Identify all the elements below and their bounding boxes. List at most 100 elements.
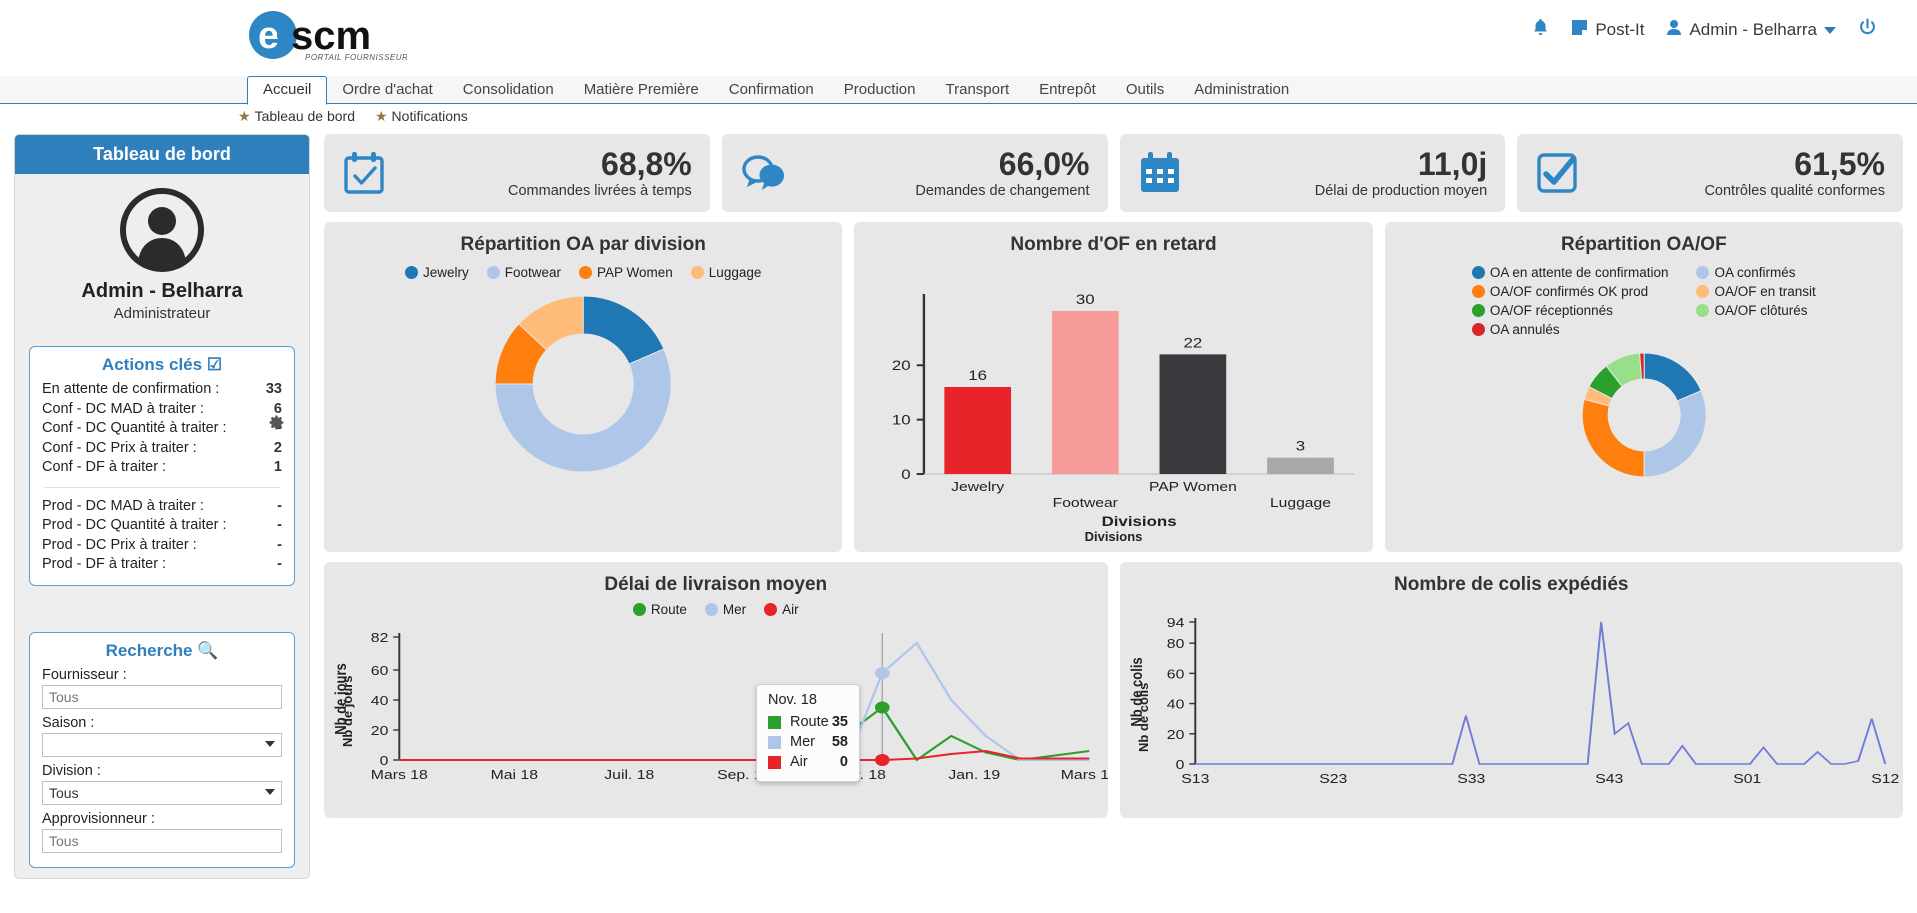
postit-button[interactable]: Post-It bbox=[1571, 19, 1644, 41]
tab-production[interactable]: Production bbox=[829, 77, 931, 104]
action-label: Prod - DC Prix à traiter : bbox=[42, 536, 197, 553]
tab-transport[interactable]: Transport bbox=[931, 77, 1025, 104]
svg-text:3: 3 bbox=[1296, 439, 1305, 454]
svg-text:40: 40 bbox=[1166, 698, 1184, 712]
legend-swatch bbox=[1471, 304, 1485, 317]
approvisionneur-input[interactable] bbox=[42, 828, 282, 853]
tab-consolidation[interactable]: Consolidation bbox=[448, 77, 569, 104]
legend-item[interactable]: OA/OF réceptionnés bbox=[1471, 303, 1669, 318]
chart-row-top: Répartition OA par division Jewelry Foot… bbox=[324, 222, 1903, 552]
tab-entrepot[interactable]: Entrepôt bbox=[1024, 77, 1111, 104]
gear-icon[interactable] bbox=[268, 414, 285, 436]
legend-item[interactable]: OA/OF confirmés OK prod bbox=[1471, 284, 1669, 299]
svg-text:S13: S13 bbox=[1181, 772, 1209, 786]
division-select-value[interactable] bbox=[42, 780, 282, 805]
tab-outils[interactable]: Outils bbox=[1111, 77, 1179, 104]
sidebar-title: Tableau de bord bbox=[15, 135, 309, 174]
action-row[interactable]: Conf - DC Prix à traiter : 2 bbox=[42, 439, 282, 459]
tab-administration[interactable]: Administration bbox=[1179, 77, 1304, 104]
action-row[interactable]: Conf - DC MAD à traiter : 6 bbox=[42, 400, 282, 420]
division-select[interactable] bbox=[42, 780, 282, 805]
svg-text:Juil. 18: Juil. 18 bbox=[604, 768, 654, 782]
svg-text:20: 20 bbox=[1166, 728, 1184, 742]
calendar-check-icon bbox=[340, 149, 388, 197]
user-menu[interactable]: Admin - Belharra bbox=[1666, 19, 1836, 41]
divider bbox=[44, 486, 280, 488]
legend-item[interactable]: OA confirmés bbox=[1696, 265, 1815, 280]
svg-text:S12: S12 bbox=[1871, 772, 1899, 786]
legend-label: Footwear bbox=[504, 265, 561, 280]
svg-text:Divisions: Divisions bbox=[1102, 514, 1177, 529]
donut-chart-2 bbox=[1581, 352, 1707, 478]
action-row[interactable]: Conf - DF à traiter : 1 bbox=[42, 458, 282, 478]
tab-accueil[interactable]: Accueil bbox=[247, 76, 328, 105]
sublink-label: Notifications bbox=[391, 108, 468, 124]
kpi-value: 68,8% bbox=[601, 146, 692, 182]
page-body: Tableau de bord Admin - Belharra Adminis… bbox=[0, 128, 1917, 879]
kpi-card-commandes-livrees[interactable]: 68,8% Commandes livrées à temps bbox=[324, 134, 710, 212]
kpi-card-demandes-changement[interactable]: 66,0% Demandes de changement bbox=[721, 134, 1108, 212]
svg-text:PAP Women: PAP Women bbox=[1149, 480, 1237, 494]
action-row[interactable]: Prod - DC MAD à traiter : - bbox=[42, 497, 282, 517]
legend-label: OA confirmés bbox=[1714, 265, 1796, 280]
legend-swatch bbox=[404, 266, 418, 279]
sublink-tableau-de-bord[interactable]: ★ Tableau de bord bbox=[238, 108, 355, 125]
saison-select-value[interactable] bbox=[42, 732, 282, 757]
fournisseur-label: Fournisseur : bbox=[42, 666, 127, 683]
legend-swatch bbox=[1471, 323, 1485, 336]
action-row[interactable]: Conf - DC Quantité à traiter : - bbox=[42, 419, 282, 439]
action-row[interactable]: Prod - DC Prix à traiter : - bbox=[42, 536, 282, 556]
legend-item[interactable]: Footwear bbox=[486, 265, 561, 280]
calendar-icon bbox=[1136, 149, 1184, 197]
action-row[interactable]: En attente de confirmation : 33 bbox=[42, 380, 282, 400]
chevron-down-icon bbox=[265, 740, 275, 747]
sidebar-user-name: Admin - Belharra bbox=[81, 280, 243, 302]
svg-text:60: 60 bbox=[371, 664, 389, 678]
tooltip-row: Mer 58 bbox=[768, 732, 848, 752]
chart-repartition-oa-of: Répartition OA/OF OA en attente de confi… bbox=[1384, 222, 1903, 552]
postit-label: Post-It bbox=[1595, 20, 1645, 39]
chevron-down-icon bbox=[265, 788, 275, 795]
app-logo[interactable]: e scm PORTAIL FOURNISSEURS bbox=[247, 8, 407, 68]
legend-item[interactable]: OA/OF en transit bbox=[1696, 284, 1816, 299]
chart-delai-livraison-moyen: Délai de livraison moyen Route Mer Air 0… bbox=[324, 562, 1118, 818]
kpi-caption: Demandes de changement bbox=[915, 183, 1090, 199]
legend-item[interactable]: Luggage bbox=[690, 265, 761, 280]
svg-text:30: 30 bbox=[1076, 292, 1095, 307]
svg-text:e: e bbox=[258, 15, 279, 57]
action-row[interactable]: Prod - DF à traiter : - bbox=[42, 555, 282, 575]
legend-item[interactable]: Route bbox=[632, 602, 687, 617]
chart-repartition-oa-par-division: Répartition OA par division Jewelry Foot… bbox=[324, 222, 843, 552]
legend-item[interactable]: OA annulés bbox=[1471, 322, 1669, 337]
fournisseur-input[interactable] bbox=[42, 684, 282, 709]
legend-item[interactable]: Jewelry bbox=[404, 265, 469, 280]
action-label: Prod - DC MAD à traiter : bbox=[42, 497, 204, 514]
notifications-button[interactable] bbox=[1532, 18, 1549, 42]
recherche-title-label: Recherche bbox=[105, 640, 193, 660]
tab-confirmation[interactable]: Confirmation bbox=[714, 77, 829, 104]
legend-label: Jewelry bbox=[422, 265, 469, 280]
legend-item[interactable]: Mer bbox=[704, 602, 746, 617]
svg-text:0: 0 bbox=[1175, 758, 1184, 772]
legend-item[interactable]: PAP Women bbox=[579, 265, 673, 280]
legend-item[interactable]: Air bbox=[764, 602, 799, 617]
logout-button[interactable] bbox=[1858, 18, 1877, 42]
saison-select[interactable] bbox=[42, 732, 282, 757]
tab-matiere-premiere[interactable]: Matière Première bbox=[569, 77, 714, 104]
kpi-card-delai-production[interactable]: 11,0j Délai de production moyen bbox=[1119, 134, 1506, 212]
svg-text:40: 40 bbox=[371, 694, 389, 708]
legend-item[interactable]: OA en attente de confirmation bbox=[1471, 265, 1668, 280]
legend-swatch bbox=[486, 266, 500, 279]
action-row[interactable]: Prod - DC Quantité à traiter : - bbox=[42, 516, 282, 536]
kpi-card-controles-qualite[interactable]: 61,5% Contrôles qualité conformes bbox=[1517, 134, 1903, 212]
svg-text:20: 20 bbox=[371, 724, 389, 738]
header-actions: Post-It Admin - Belharra bbox=[1532, 18, 1877, 42]
division-label: Division : bbox=[42, 762, 101, 779]
sublink-notifications[interactable]: ★ Notifications bbox=[375, 108, 468, 125]
legend-item[interactable]: OA/OF clôturés bbox=[1696, 303, 1815, 318]
legend-swatch bbox=[1471, 285, 1485, 298]
recherche-title: Recherche 🔍 bbox=[42, 641, 282, 661]
star-icon: ★ bbox=[238, 107, 251, 124]
tab-ordre-dachat[interactable]: Ordre d'achat bbox=[327, 77, 447, 104]
chart-legend: Route Mer Air bbox=[324, 602, 1108, 617]
